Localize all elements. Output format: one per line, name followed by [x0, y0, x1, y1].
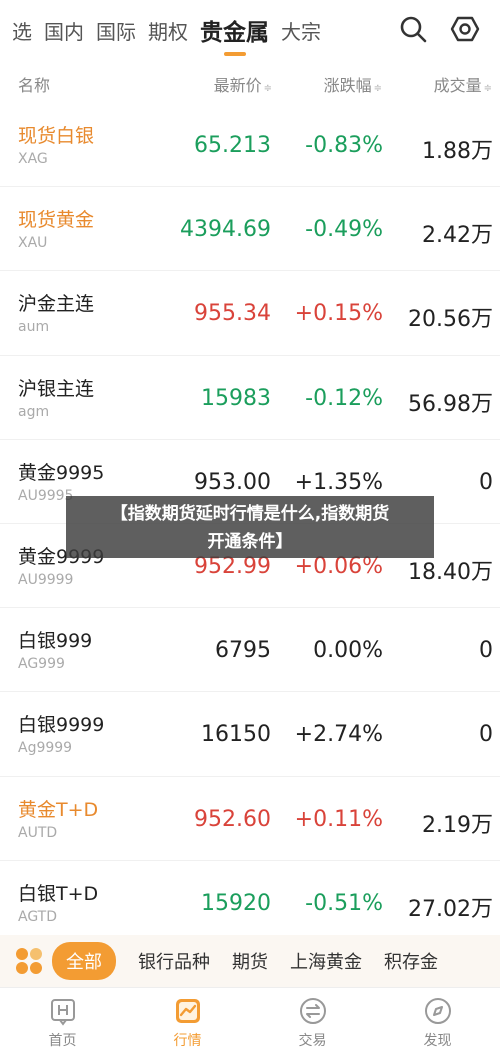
quote-code: aum	[18, 319, 50, 336]
quote-volume: 0	[479, 722, 493, 748]
quote-change: +1.35%	[294, 469, 383, 495]
tab-commodities[interactable]: 大宗	[281, 16, 321, 45]
quote-price: 4394.69	[180, 217, 271, 243]
quote-volume: 56.98万	[408, 391, 493, 417]
quote-change: -0.12%	[305, 385, 383, 411]
category-accumulation-gold[interactable]: 积存金	[384, 948, 438, 974]
exchange-icon	[298, 996, 328, 1026]
quote-price: 65.213	[194, 133, 271, 158]
quote-code: agm	[18, 403, 50, 420]
nav-market[interactable]: 行情	[125, 988, 250, 1055]
tab-options[interactable]: 期权	[148, 16, 188, 45]
quote-volume: 18.40万	[408, 559, 493, 585]
quote-row[interactable]: 白银999 AG999 6795 0.00% 0	[0, 608, 500, 693]
header-change[interactable]: 涨跌幅 ≑	[324, 72, 382, 96]
quote-name: 现货白银	[18, 125, 95, 147]
quote-code: AG999	[18, 656, 65, 673]
tab-watchlist[interactable]: 选	[12, 16, 32, 45]
quote-row[interactable]: 白银T+D AGTD 15920 -0.51% 27.02万	[0, 861, 500, 945]
quote-row[interactable]: 沪银主连 agm 15983 -0.12% 56.98万	[0, 356, 500, 440]
quote-name: 沪银主连	[18, 377, 95, 400]
quote-name: 白银T+D	[18, 882, 99, 905]
quote-row[interactable]: 黄金T+D AUTD 952.60 +0.11% 2.19万	[0, 777, 500, 861]
quote-change: -0.51%	[305, 890, 383, 916]
quote-change: +2.74%	[294, 722, 383, 748]
quote-price: 15983	[201, 385, 271, 411]
quote-code: XAU	[18, 235, 48, 252]
nav-home[interactable]: 首页	[0, 988, 125, 1055]
sort-icon: ≑	[373, 83, 382, 94]
quote-code: AU9999	[18, 571, 74, 588]
quote-code: XAG	[18, 151, 48, 167]
quote-volume: 20.56万	[408, 307, 493, 333]
quote-price: 955.34	[194, 301, 271, 327]
quote-volume: 0	[479, 469, 493, 495]
quote-price: 952.60	[194, 806, 271, 832]
chart-icon	[173, 996, 203, 1026]
header-name: 名称	[18, 76, 51, 95]
home-icon	[48, 996, 78, 1026]
category-grid-icon[interactable]	[16, 948, 42, 974]
category-bar: 全部 银行品种 期货 上海黄金 积存金	[0, 935, 500, 987]
category-bank-products[interactable]: 银行品种	[138, 948, 210, 974]
quote-price: 16150	[201, 722, 271, 748]
header-price[interactable]: 最新价 ≑	[214, 72, 272, 96]
nav-market-label: 行情	[173, 1033, 202, 1049]
quote-row[interactable]: 现货黄金 XAU 4394.69 -0.49% 2.42万	[0, 187, 500, 272]
quote-volume: 2.19万	[422, 812, 493, 838]
bottom-navigation: 首页 行情 交易 发现	[0, 987, 500, 1055]
quote-price: 15920	[201, 890, 271, 916]
nav-home-label: 首页	[48, 1033, 77, 1049]
quote-price: 953.00	[194, 469, 271, 495]
quote-price: 6795	[215, 638, 271, 664]
nav-trade-label: 交易	[298, 1033, 327, 1049]
banner-line-2: 开通条件】	[207, 532, 293, 552]
nav-discover-label: 发现	[423, 1033, 452, 1049]
quote-volume: 1.88万	[422, 139, 493, 164]
quote-code: AGTD	[18, 908, 58, 925]
quote-change: +0.11%	[294, 806, 383, 832]
nav-trade[interactable]: 交易	[250, 988, 375, 1055]
quote-name: 黄金9995	[18, 461, 105, 484]
quote-name: 白银999	[18, 630, 93, 653]
settings-icon[interactable]	[450, 14, 480, 44]
column-header: 名称 最新价 ≑ 涨跌幅 ≑ 成交量 ≑	[0, 62, 500, 102]
quote-volume: 27.02万	[408, 896, 493, 922]
tab-domestic[interactable]: 国内	[44, 16, 84, 45]
quote-change: -0.49%	[305, 217, 383, 243]
quote-name: 现货黄金	[18, 209, 95, 232]
quote-name: 黄金T+D	[18, 798, 99, 821]
nav-discover[interactable]: 发现	[375, 988, 500, 1055]
quote-row[interactable]: 沪金主连 aum 955.34 +0.15% 20.56万	[0, 271, 500, 356]
banner-line-1: 【指数期货延时行情是什么,指数期货	[110, 504, 390, 524]
quote-name: 沪金主连	[18, 293, 95, 316]
quote-row[interactable]: 现货白银 XAG 65.213 -0.83% 1.88万	[0, 103, 500, 188]
quote-volume: 0	[479, 638, 493, 664]
category-all-button[interactable]: 全部	[52, 942, 116, 980]
header-volume[interactable]: 成交量 ≑	[434, 72, 492, 96]
quote-volume: 2.42万	[422, 223, 493, 249]
tab-precious-metals[interactable]: 贵金属	[200, 13, 269, 56]
sort-icon: ≑	[483, 83, 492, 94]
top-actions	[398, 14, 480, 44]
quote-name: 白银9999	[18, 714, 105, 737]
quote-code: AUTD	[18, 824, 58, 841]
quote-code: Ag9999	[18, 740, 73, 757]
category-shanghai-gold[interactable]: 上海黄金	[290, 948, 362, 974]
quote-change: 0.00%	[313, 638, 383, 664]
tab-international[interactable]: 国际	[96, 16, 136, 45]
quote-change: -0.83%	[305, 133, 383, 158]
quote-change: +0.15%	[294, 301, 383, 327]
quote-row[interactable]: 白银9999 Ag9999 16150 +2.74% 0	[0, 692, 500, 777]
sort-icon: ≑	[263, 83, 272, 94]
article-title-overlay: 【指数期货延时行情是什么,指数期货 开通条件】	[66, 496, 434, 558]
compass-icon	[423, 996, 453, 1026]
search-icon[interactable]	[398, 14, 428, 44]
category-futures[interactable]: 期货	[232, 948, 268, 974]
